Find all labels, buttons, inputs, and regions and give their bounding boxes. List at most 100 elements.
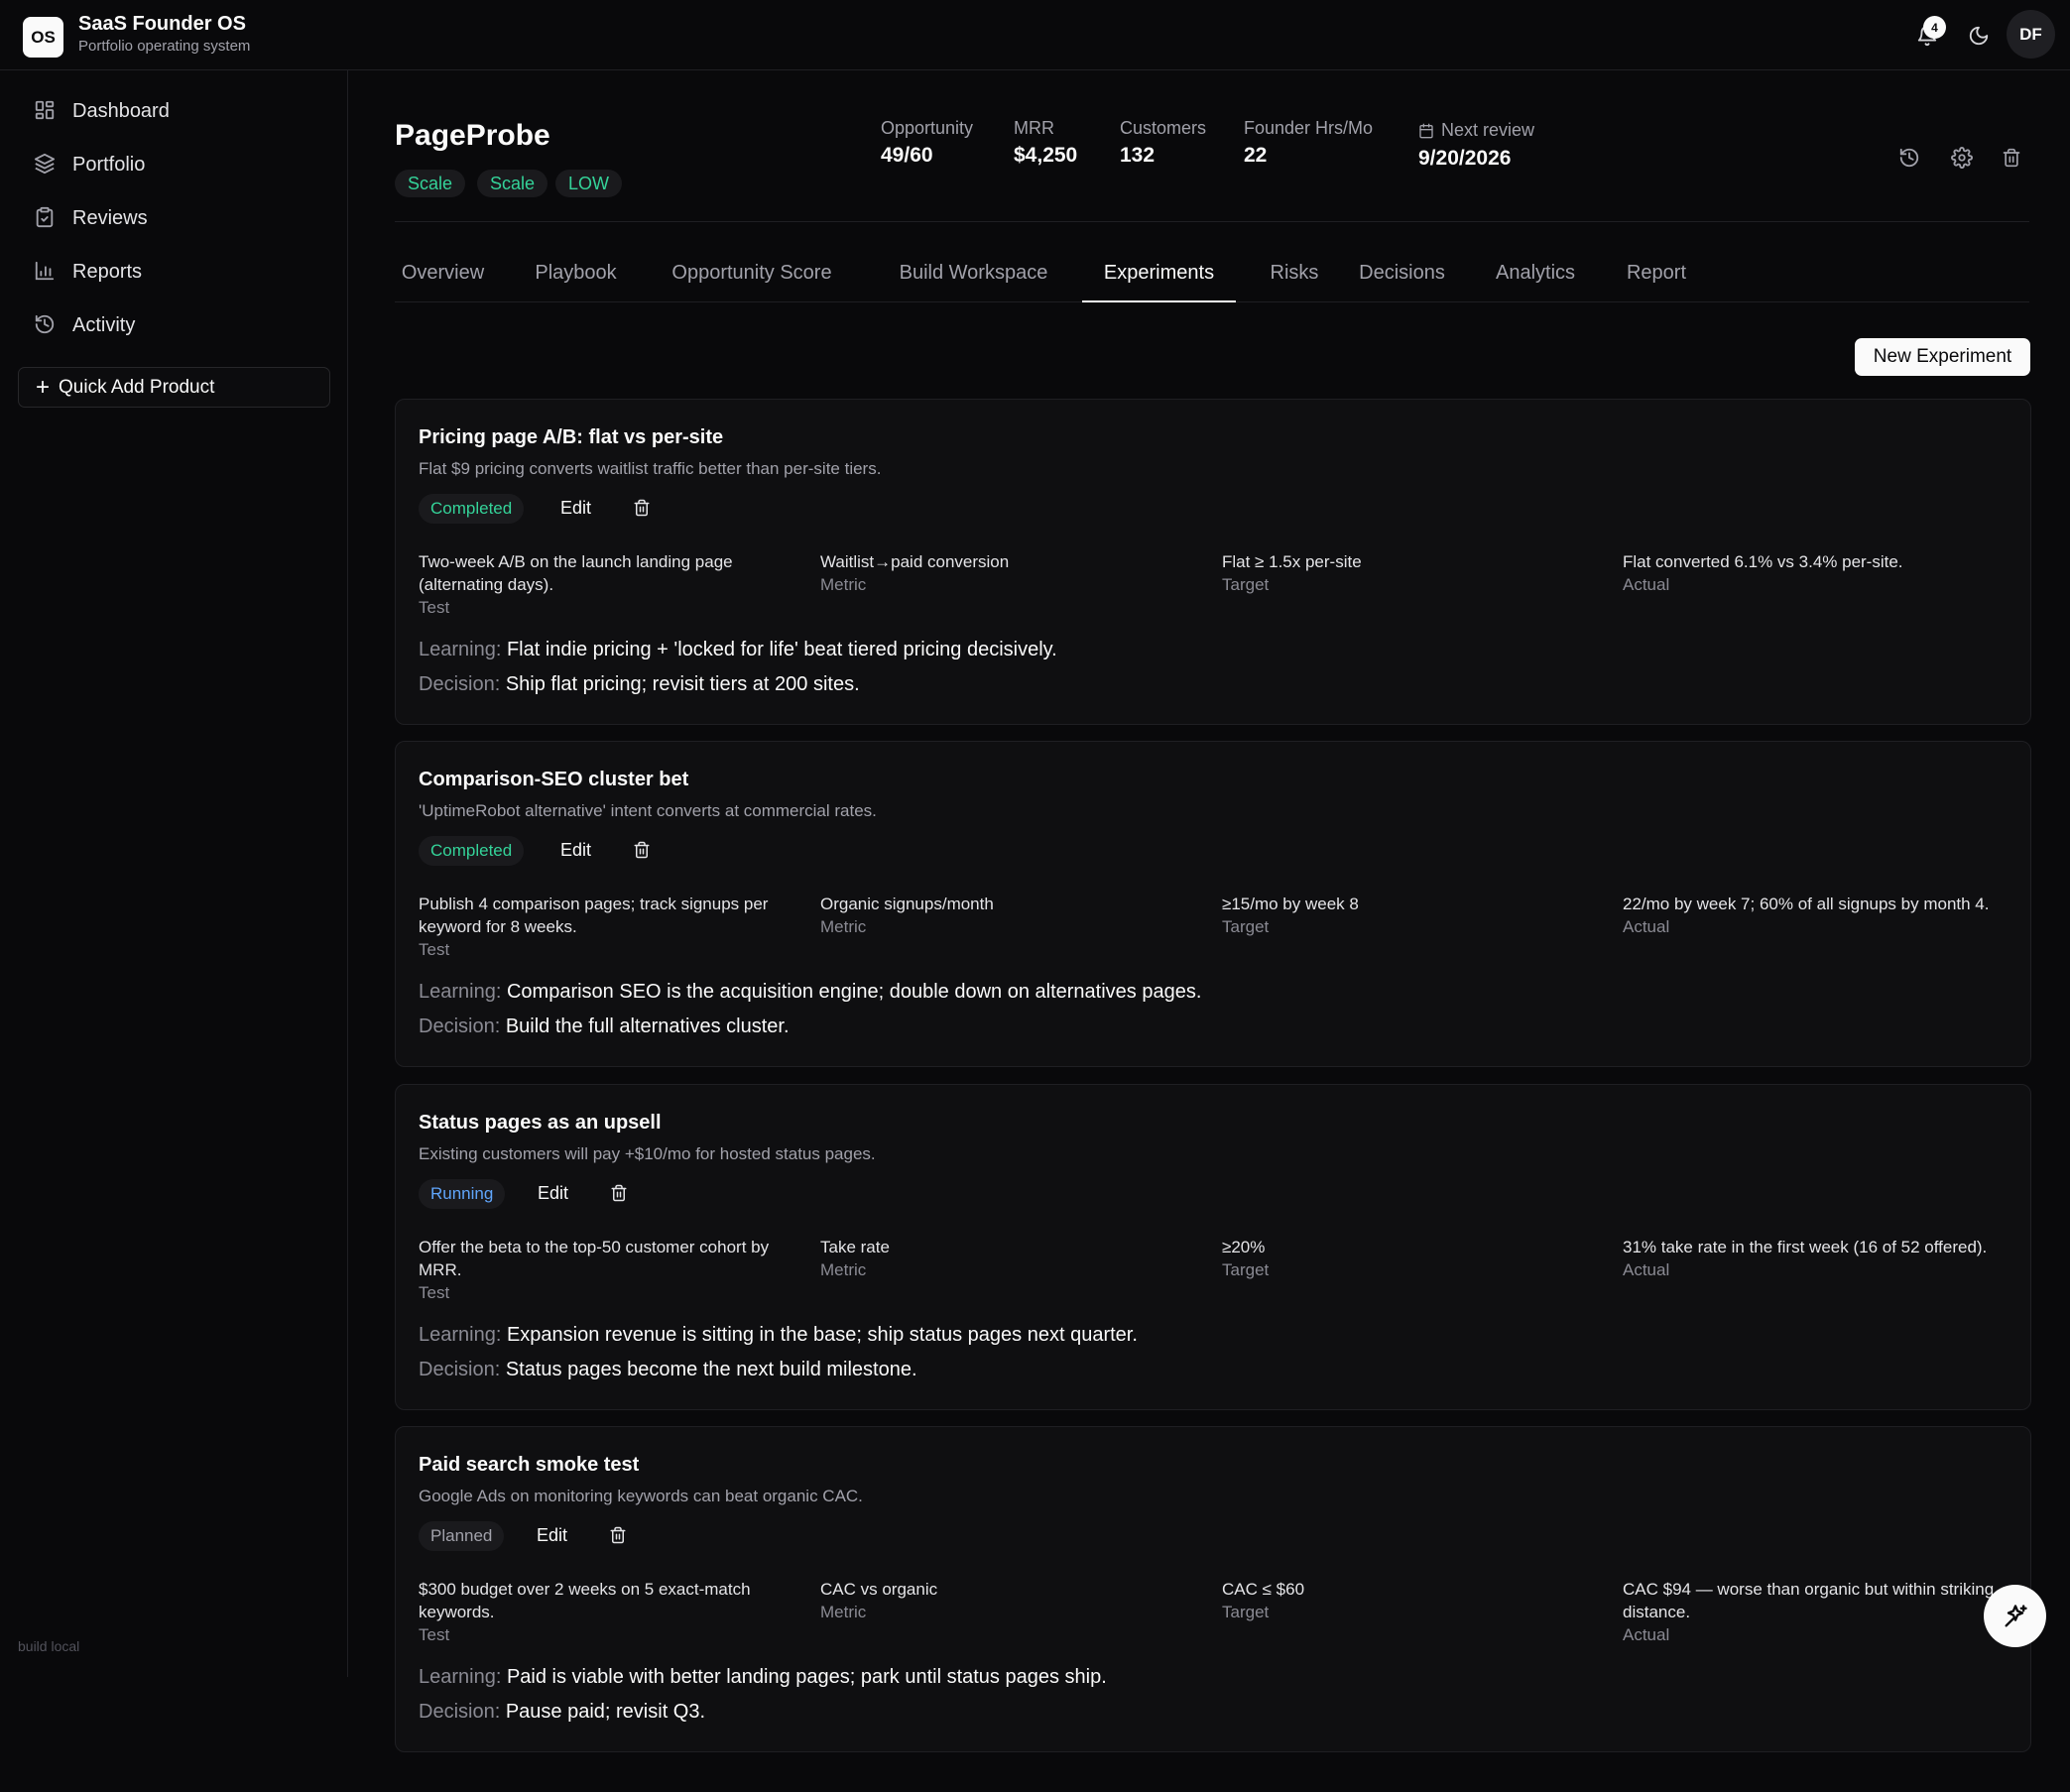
experiment-metric: Organic signups/month Metric	[820, 893, 1197, 938]
trash-icon[interactable]	[1996, 142, 2027, 174]
experiment-metric: Waitlist→paid conversion Metric	[820, 550, 1197, 596]
experiment-test-label: Test	[419, 1283, 450, 1302]
experiment-test-label: Test	[419, 598, 450, 617]
tag-badge: Scale	[477, 170, 548, 197]
experiment-learning: Learning: Paid is viable with better lan…	[419, 1666, 1107, 1689]
experiment-actual-value: Flat converted 6.1% vs 3.4% per-site.	[1623, 552, 1903, 571]
experiment-test: Two-week A/B on the launch landing page …	[419, 550, 795, 619]
experiment-actual-label: Actual	[1623, 575, 1670, 594]
moon-icon[interactable]	[1959, 16, 1999, 56]
learning-label: Learning:	[419, 1324, 502, 1346]
experiment-card: Comparison-SEO cluster bet 'UptimeRobot a…	[395, 741, 2031, 1067]
clipboard-check-icon	[34, 206, 58, 230]
learning-text: Expansion revenue is sitting in the base…	[506, 1324, 1138, 1346]
trash-icon[interactable]	[606, 1523, 630, 1547]
tab-playbook[interactable]: Playbook	[528, 250, 624, 302]
edit-button[interactable]: Edit	[560, 840, 591, 861]
sidebar-item-portfolio[interactable]: Portfolio	[18, 142, 329, 187]
notification-badge: 4	[1923, 16, 1946, 39]
history-icon	[34, 313, 58, 337]
sidebar-item-label: Portfolio	[72, 153, 146, 176]
edit-button[interactable]: Edit	[538, 1183, 568, 1204]
decision-text: Build the full alternatives cluster.	[505, 1015, 790, 1037]
trash-icon[interactable]	[630, 496, 654, 520]
experiment-actual: CAC $94 — worse than organic but within …	[1623, 1578, 2000, 1646]
metric-label-opportunity: Opportunity	[881, 118, 974, 138]
experiment-title: Comparison-SEO cluster bet	[419, 769, 689, 790]
experiment-metric-label: Metric	[820, 575, 867, 594]
edit-button[interactable]: Edit	[537, 1525, 567, 1546]
experiment-metric-label: Metric	[820, 1603, 867, 1621]
experiment-test-label: Test	[419, 1625, 450, 1644]
experiment-decision: Decision: Ship flat pricing; revisit tie…	[419, 673, 860, 696]
experiment-metric-label: Metric	[820, 1260, 867, 1279]
experiment-test-value: Two-week A/B on the launch landing page …	[419, 552, 733, 594]
sidebar: Dashboard Portfolio Reviews Reports Acti…	[0, 70, 348, 1677]
gear-icon[interactable]	[1946, 142, 1978, 174]
status-badge: Completed	[419, 836, 525, 866]
decision-text: Pause paid; revisit Q3.	[505, 1701, 706, 1723]
tab-opportunity-score[interactable]: Opportunity Score	[660, 250, 844, 302]
decision-label: Decision:	[419, 673, 501, 695]
experiment-hypothesis: Google Ads on monitoring keywords can be…	[419, 1487, 863, 1505]
decision-label: Decision:	[419, 1015, 501, 1037]
experiment-target: Flat ≥ 1.5x per-site Target	[1222, 550, 1599, 596]
quick-add-label: Quick Add Product	[59, 376, 215, 398]
metric-value-customers: 132	[1120, 144, 1156, 167]
trash-icon[interactable]	[607, 1181, 631, 1205]
metric-label-founder-hours: Founder Hrs/Mo	[1244, 118, 1374, 138]
experiment-metric-value: Organic signups/month	[820, 895, 994, 913]
metric-label-mrr: MRR	[1014, 118, 1054, 138]
decision-label: Decision:	[419, 1701, 501, 1723]
experiment-actual: Flat converted 6.1% vs 3.4% per-site. Act…	[1623, 550, 2000, 596]
experiment-test: Offer the beta to the top-50 customer co…	[419, 1236, 795, 1304]
experiment-learning: Learning: Comparison SEO is the acquisit…	[419, 981, 1201, 1004]
tab-report[interactable]: Report	[1617, 250, 1696, 302]
history-icon[interactable]	[1893, 142, 1925, 174]
experiment-hypothesis: Flat $9 pricing converts waitlist traffi…	[419, 459, 882, 478]
experiment-target-value: CAC ≤ $60	[1222, 1580, 1305, 1599]
trash-icon[interactable]	[630, 838, 654, 862]
experiment-decision: Decision: Build the full alternatives cl…	[419, 1015, 790, 1038]
status-badge: Planned	[419, 1521, 505, 1551]
sidebar-item-reports[interactable]: Reports	[18, 249, 329, 295]
edit-button[interactable]: Edit	[560, 498, 591, 519]
ai-assistant-button[interactable]	[1984, 1585, 2046, 1647]
decision-text: Status pages become the next build miles…	[505, 1359, 917, 1380]
next-review-date: 9/20/2026	[1418, 147, 1512, 170]
tab-overview[interactable]: Overview	[395, 250, 491, 302]
status-badge: Running	[419, 1179, 506, 1209]
status-badge: Completed	[419, 494, 525, 524]
header-divider	[395, 221, 2029, 222]
tab-build-workspace[interactable]: Build Workspace	[882, 250, 1065, 302]
sidebar-item-dashboard[interactable]: Dashboard	[18, 88, 329, 134]
tab-bar: Overview Playbook Opportunity Score Buil…	[395, 250, 2029, 302]
tab-experiments[interactable]: Experiments	[1082, 250, 1236, 302]
experiment-target-label: Target	[1222, 1260, 1270, 1279]
tab-decisions[interactable]: Decisions	[1350, 250, 1454, 302]
experiment-card: Status pages as an upsell Existing custom…	[395, 1084, 2031, 1410]
tab-analytics[interactable]: Analytics	[1486, 250, 1585, 302]
experiment-test-value: Offer the beta to the top-50 customer co…	[419, 1238, 770, 1279]
calendar-icon	[1418, 123, 1434, 139]
experiment-actual-label: Actual	[1623, 1260, 1670, 1279]
page-title: PageProbe	[395, 119, 550, 152]
experiment-target-label: Target	[1222, 917, 1270, 936]
experiment-target-label: Target	[1222, 575, 1270, 594]
tab-risks[interactable]: Risks	[1258, 250, 1331, 302]
avatar[interactable]: DF	[2007, 10, 2055, 59]
experiment-test-value: Publish 4 comparison pages; track signup…	[419, 895, 769, 936]
app-logo[interactable]: OS	[23, 17, 63, 58]
sidebar-item-reviews[interactable]: Reviews	[18, 195, 329, 241]
metric-value-founder-hours: 22	[1244, 144, 1268, 167]
learning-label: Learning:	[419, 981, 502, 1003]
experiment-metric: Take rate Metric	[820, 1236, 1197, 1281]
next-review-label: Next review	[1418, 120, 1534, 141]
sidebar-item-activity[interactable]: Activity	[18, 302, 329, 348]
experiment-target: ≥15/mo by week 8 Target	[1222, 893, 1599, 938]
experiment-decision: Decision: Pause paid; revisit Q3.	[419, 1701, 705, 1724]
quick-add-product-button[interactable]: + Quick Add Product	[18, 367, 330, 408]
experiment-hypothesis: Existing customers will pay +$10/mo for …	[419, 1144, 876, 1163]
plus-icon: +	[36, 373, 51, 401]
new-experiment-button[interactable]: New Experiment	[1855, 338, 2030, 376]
